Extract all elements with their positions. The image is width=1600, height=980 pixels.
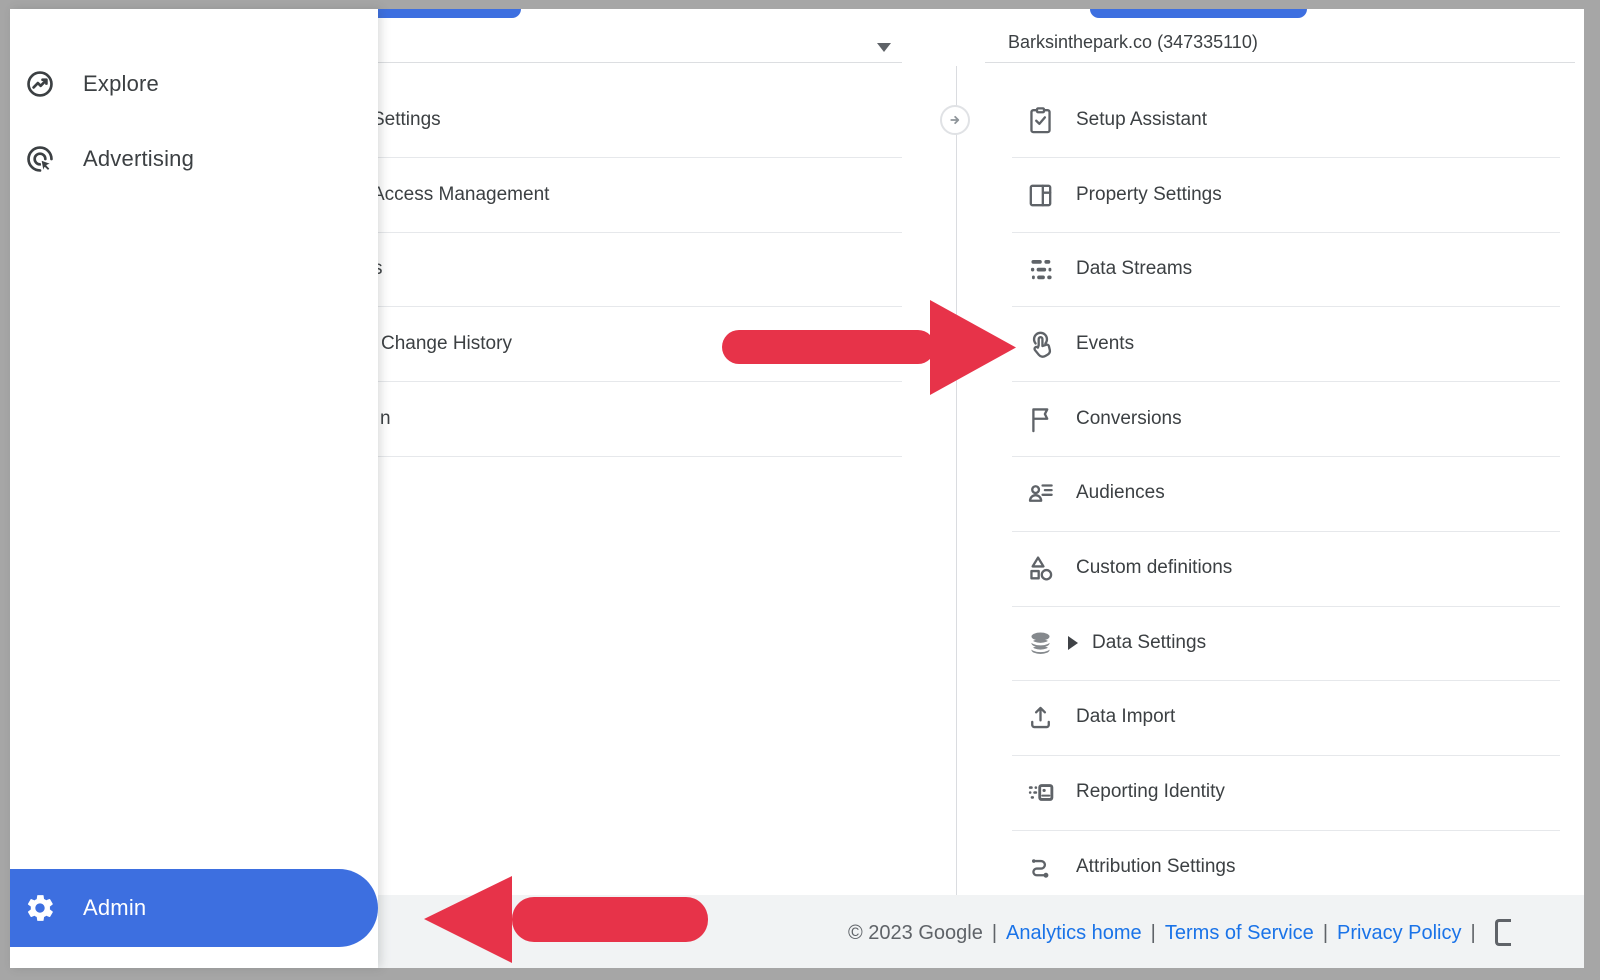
property-menu-item-events[interactable]: Events (1012, 307, 1560, 381)
feedback-icon-partial (1495, 919, 1511, 946)
gear-icon (23, 891, 57, 925)
divider (985, 62, 1575, 63)
nav-item-admin[interactable]: Admin (10, 869, 378, 947)
data-import-icon (1024, 701, 1056, 733)
property-settings-icon (1024, 179, 1056, 211)
property-menu-item-label: Conversions (1076, 408, 1182, 430)
property-menu-item-reporting-identity[interactable]: Reporting Identity (1012, 755, 1560, 829)
footer-separator: | (1151, 920, 1156, 946)
account-menu-item-access-management[interactable]: Access Management (372, 183, 549, 207)
divider (310, 306, 902, 307)
footer-separator: | (992, 920, 997, 946)
property-menu-item-label: Setup Assistant (1076, 109, 1207, 131)
reporting-identity-icon (1024, 776, 1056, 808)
property-menu-item-label: Property Settings (1076, 184, 1222, 206)
attribution-settings-icon (1024, 851, 1056, 883)
divider (310, 456, 902, 457)
column-separator (956, 66, 957, 895)
explore-icon (23, 67, 57, 101)
divider (310, 381, 902, 382)
divider (310, 232, 902, 233)
column-collapse-button[interactable] (940, 105, 970, 135)
arrow-right-icon (946, 111, 964, 129)
footer-link-terms-of-service[interactable]: Terms of Service (1165, 920, 1314, 946)
account-dropdown-caret[interactable] (877, 43, 891, 52)
account-menu-item-change-history[interactable]: Change History (381, 332, 512, 356)
copyright-text: © 2023 Google (848, 920, 983, 946)
data-streams-icon (1024, 253, 1056, 285)
property-menu-item-label: Custom definitions (1076, 557, 1232, 579)
nav-item-label: Advertising (83, 146, 194, 172)
property-menu-item-label: Events (1076, 333, 1134, 355)
footer-link-privacy-policy[interactable]: Privacy Policy (1337, 920, 1461, 946)
divider (310, 157, 902, 158)
footer: © 2023 Google | Analytics home | Terms o… (848, 919, 1511, 946)
audiences-icon (1024, 477, 1056, 509)
property-menu-item-property-settings[interactable]: Property Settings (1012, 158, 1560, 232)
property-menu-item-attribution-settings[interactable]: Attribution Settings (1012, 830, 1560, 904)
account-menu-item-settings[interactable]: Settings (372, 108, 441, 132)
footer-link-analytics-home[interactable]: Analytics home (1006, 920, 1142, 946)
nav-item-label: Admin (83, 895, 146, 921)
property-menu-item-setup-assistant[interactable]: Setup Assistant (1012, 83, 1560, 157)
footer-separator: | (1323, 920, 1328, 946)
expand-arrow-icon[interactable] (1068, 636, 1078, 650)
conversions-icon (1024, 403, 1056, 435)
property-menu-item-audiences[interactable]: Audiences (1012, 456, 1560, 530)
property-menu-item-label: Reporting Identity (1076, 781, 1225, 803)
divider (310, 62, 902, 63)
setup-assistant-icon (1024, 104, 1056, 136)
custom-definitions-icon (1024, 552, 1056, 584)
property-menu-item-label: Data Import (1076, 706, 1175, 728)
events-icon (1024, 328, 1056, 360)
account-menu-item-fragment[interactable]: n (380, 407, 391, 431)
property-menu-item-data-streams[interactable]: Data Streams (1012, 232, 1560, 306)
property-menu-item-label: Data Settings (1092, 632, 1206, 654)
property-menu-item-custom-definitions[interactable]: Custom definitions (1012, 531, 1560, 605)
property-name: Barksinthepark.co (347335110) (1008, 32, 1258, 53)
data-settings-icon (1024, 627, 1056, 659)
property-menu-item-label: Data Streams (1076, 258, 1192, 280)
nav-item-advertising[interactable]: Advertising (10, 127, 378, 191)
global-nav-sidebar: Explore Advertising Admin (10, 9, 378, 968)
nav-item-label: Explore (83, 71, 159, 97)
property-menu-item-data-import[interactable]: Data Import (1012, 680, 1560, 754)
property-menu-item-conversions[interactable]: Conversions (1012, 382, 1560, 456)
create-property-button-partial[interactable] (1090, 9, 1307, 18)
property-menu-item-label: Audiences (1076, 482, 1165, 504)
nav-item-explore[interactable]: Explore (10, 52, 378, 116)
footer-separator: | (1471, 920, 1476, 946)
screenshot-frame: Settings Access Management s Change Hist… (0, 0, 1600, 980)
property-menu-item-label: Attribution Settings (1076, 856, 1235, 878)
property-menu-item-data-settings[interactable]: Data Settings (1012, 606, 1560, 680)
advertising-icon (23, 142, 57, 176)
